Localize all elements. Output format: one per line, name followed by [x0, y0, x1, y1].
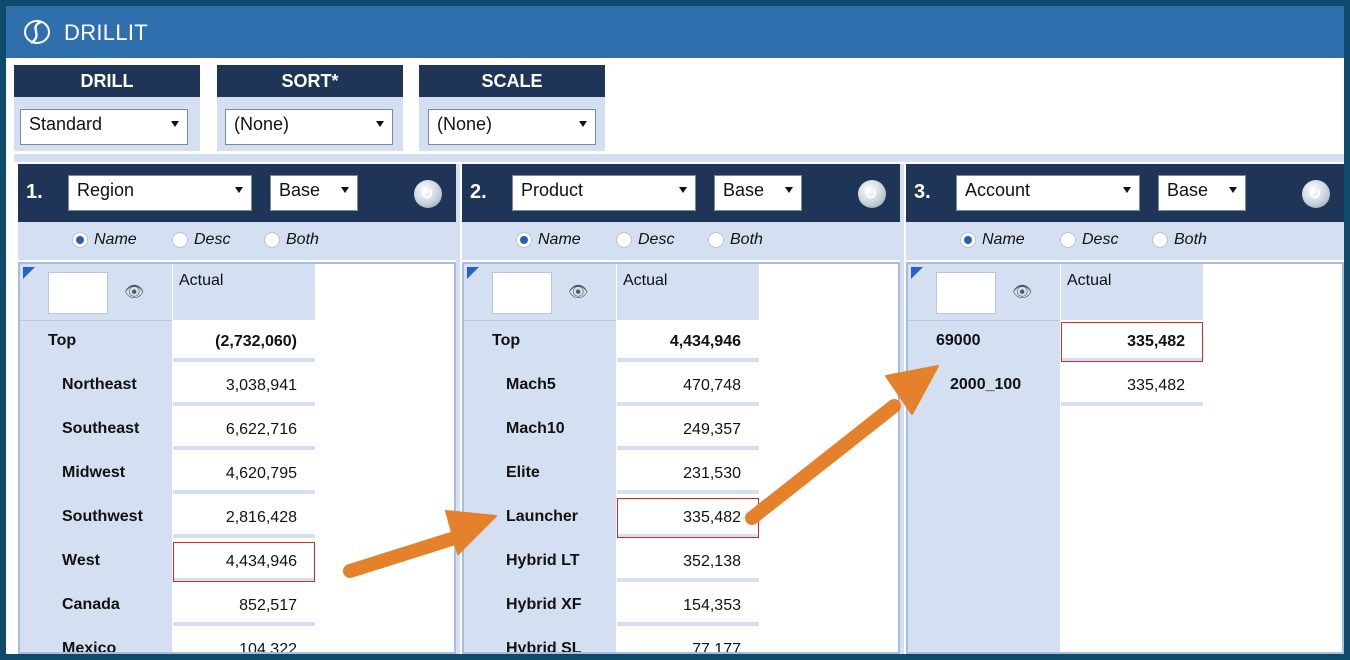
- drillit-window: DRILLIT DRILL Standard SORT* (None) SCAL…: [6, 6, 1344, 654]
- annotation-arrows: [343, 365, 939, 578]
- arrow-head-icon: [445, 510, 497, 555]
- arrow-launcher-to-account: [745, 399, 901, 525]
- arrow-west-to-launcher: [343, 529, 468, 578]
